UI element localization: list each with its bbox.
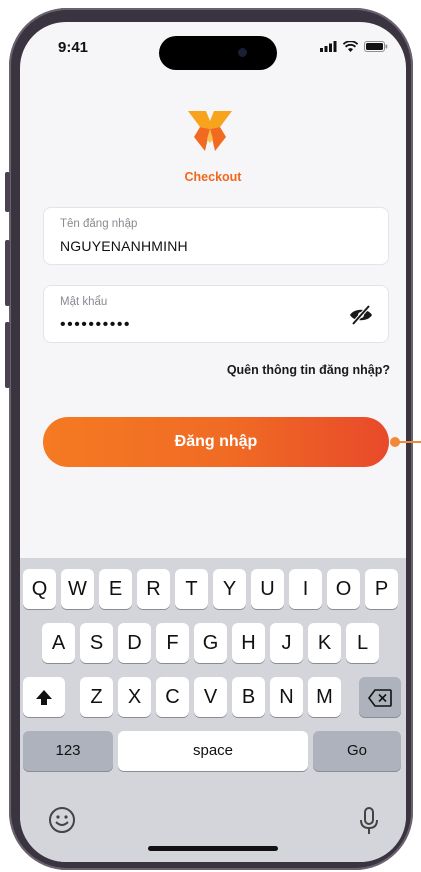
key-x[interactable]: X	[118, 677, 151, 717]
key-d[interactable]: D	[118, 623, 151, 663]
screen: 9:41 Checkout Tên đăng nhập NGUYENANHMIN…	[20, 22, 406, 862]
key-s[interactable]: S	[80, 623, 113, 663]
username-value: NGUYENANHMINH	[60, 238, 188, 254]
key-m[interactable]: M	[308, 677, 341, 717]
key-c[interactable]: C	[156, 677, 189, 717]
battery-icon	[364, 41, 388, 52]
eye-off-icon[interactable]	[348, 304, 374, 326]
callout-dot	[390, 437, 400, 447]
key-o[interactable]: O	[327, 569, 360, 609]
shift-icon	[36, 689, 52, 705]
numbers-key[interactable]: 123	[23, 731, 113, 771]
key-p[interactable]: P	[365, 569, 398, 609]
silent-switch	[5, 172, 10, 212]
camera-icon	[238, 48, 247, 57]
checkout-logo-icon	[188, 111, 232, 151]
space-key[interactable]: space	[118, 731, 308, 771]
key-t[interactable]: T	[175, 569, 208, 609]
key-r[interactable]: R	[137, 569, 170, 609]
status-icons	[320, 41, 388, 52]
home-indicator	[148, 846, 278, 851]
delete-key[interactable]	[359, 677, 401, 717]
key-n[interactable]: N	[270, 677, 303, 717]
key-h[interactable]: H	[232, 623, 265, 663]
key-y[interactable]: Y	[213, 569, 246, 609]
password-value: ••••••••••	[60, 316, 132, 333]
username-label: Tên đăng nhập	[60, 218, 138, 230]
password-field[interactable]: Mật khẩu ••••••••••	[43, 285, 389, 343]
volume-down-button	[5, 322, 10, 388]
dynamic-island	[159, 36, 277, 70]
brand-name: Checkout	[184, 170, 242, 184]
key-l[interactable]: L	[346, 623, 379, 663]
key-i[interactable]: I	[289, 569, 322, 609]
volume-up-button	[5, 240, 10, 306]
key-u[interactable]: U	[251, 569, 284, 609]
backspace-icon	[368, 688, 392, 707]
go-key[interactable]: Go	[313, 731, 401, 771]
microphone-icon[interactable]	[359, 806, 379, 836]
key-g[interactable]: G	[194, 623, 227, 663]
key-e[interactable]: E	[99, 569, 132, 609]
key-q[interactable]: Q	[23, 569, 56, 609]
shift-key[interactable]	[23, 677, 65, 717]
forgot-credentials-link[interactable]: Quên thông tin đăng nhập?	[227, 363, 390, 377]
key-z[interactable]: Z	[80, 677, 113, 717]
keyboard: Q W E R T Y U I O P A S D F G H J K L Z …	[20, 558, 406, 862]
wifi-icon	[343, 41, 358, 52]
password-label: Mật khẩu	[60, 296, 108, 308]
key-b[interactable]: B	[232, 677, 265, 717]
username-field[interactable]: Tên đăng nhập NGUYENANHMINH	[43, 207, 389, 265]
key-w[interactable]: W	[61, 569, 94, 609]
signal-icon	[320, 41, 337, 52]
emoji-icon[interactable]	[48, 806, 76, 834]
key-f[interactable]: F	[156, 623, 189, 663]
key-v[interactable]: V	[194, 677, 227, 717]
login-button[interactable]: Đăng nhập	[43, 417, 389, 467]
key-a[interactable]: A	[42, 623, 75, 663]
status-bar: 9:41	[20, 22, 406, 72]
key-j[interactable]: J	[270, 623, 303, 663]
status-time: 9:41	[58, 39, 89, 56]
key-k[interactable]: K	[308, 623, 341, 663]
